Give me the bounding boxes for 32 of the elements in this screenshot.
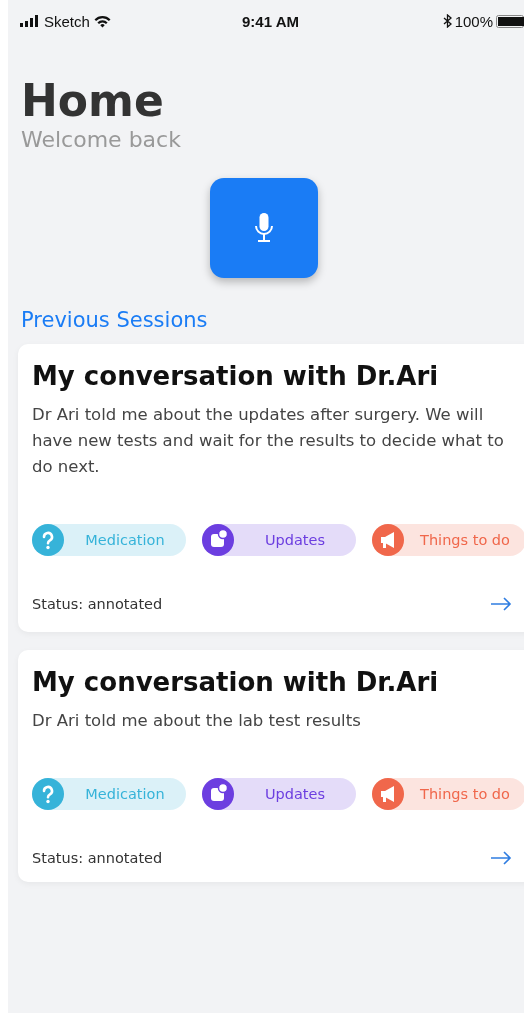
carrier-name: Sketch: [44, 12, 90, 30]
session-summary: Dr Ari told me about the updates after surgery. We will have new tests and wait for the results to decide what to do next.: [32, 404, 505, 478]
page-title: Home: [21, 76, 165, 126]
topic-tag[interactable]: Updates: [202, 778, 356, 810]
session-card[interactable]: My conversation with Dr.Ari Dr Ari told me about the lab test results Medication Updates Things to do Status: annotated: [18, 650, 524, 882]
arrow-right-icon[interactable]: [490, 851, 512, 865]
question-icon: [32, 778, 64, 810]
battery-icon: [496, 14, 524, 28]
topic-tag[interactable]: Things to do: [372, 524, 524, 556]
battery-percent: 100%: [454, 12, 493, 30]
status-time: 9:41 AM: [241, 12, 300, 30]
updates-icon: [202, 778, 234, 810]
session-card[interactable]: My conversation with Dr.Ari Dr Ari told me about the updates after surgery. We will have new tests and wait for the results to decide what to do next. Medication Updates Things to do Status: annotated: [18, 344, 524, 632]
session-status: Status: annotated: [32, 850, 164, 866]
question-icon: [32, 524, 64, 556]
signal-icon: [20, 15, 40, 27]
megaphone-icon: [372, 778, 404, 810]
wifi-icon: [93, 14, 111, 28]
session-title: My conversation with Dr.Ari: [32, 666, 440, 699]
bluetooth-icon: [442, 14, 452, 28]
session-status: Status: annotated: [32, 596, 164, 612]
microphone-button[interactable]: [210, 178, 318, 278]
topic-tag[interactable]: Updates: [202, 524, 356, 556]
session-summary: Dr Ari told me about the lab test results: [32, 710, 362, 732]
session-title: My conversation with Dr.Ari: [32, 360, 440, 393]
arrow-right-icon[interactable]: [490, 597, 512, 611]
megaphone-icon: [372, 524, 404, 556]
topic-tag[interactable]: Things to do: [372, 778, 524, 810]
updates-icon: [202, 524, 234, 556]
microphone-icon: [254, 212, 274, 244]
section-heading: Previous Sessions: [20, 307, 209, 334]
welcome-subtitle: Welcome back: [21, 126, 182, 154]
